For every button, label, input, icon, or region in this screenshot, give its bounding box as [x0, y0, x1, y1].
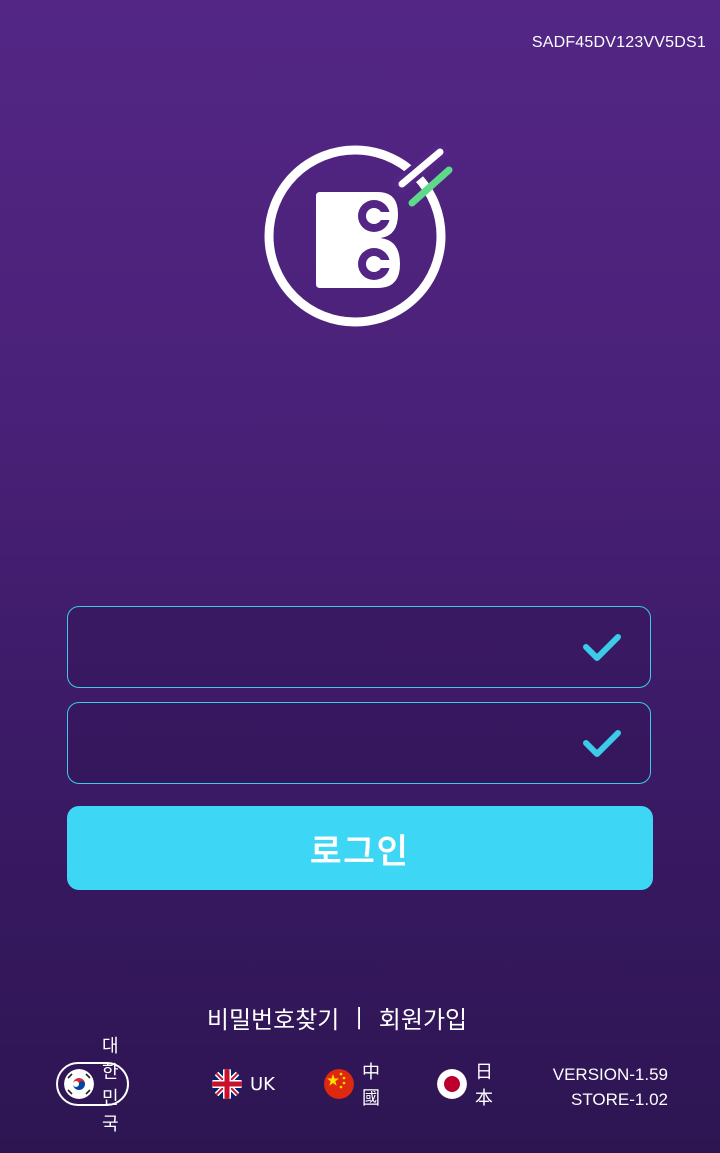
device-id: SADF45DV123VV5DS1	[531, 34, 706, 51]
login-screen: SADF45DV123VV5DS1 로그인 비밀번호찾기 | 회원가입 대한민국…	[0, 0, 720, 1153]
app-logo	[264, 143, 453, 327]
link-separator: |	[355, 1005, 363, 1030]
id-input[interactable]	[88, 607, 572, 689]
check-icon	[583, 730, 621, 757]
password-field[interactable]	[67, 702, 651, 785]
language-option-chinese[interactable]: 中國	[324, 1062, 380, 1109]
login-button[interactable]: 로그인	[67, 806, 653, 890]
korea-flag-icon	[64, 1069, 94, 1099]
china-flag-icon	[324, 1069, 354, 1099]
account-links: 비밀번호찾기 | 회원가입	[0, 1000, 674, 1035]
sign-up-link[interactable]: 회원가입	[379, 1000, 467, 1035]
find-password-link[interactable]: 비밀번호찾기	[207, 1000, 339, 1035]
language-option-japanese[interactable]: 日本	[437, 1062, 493, 1109]
japan-flag-icon	[437, 1069, 467, 1099]
language-label: 中國	[362, 1062, 380, 1109]
password-input[interactable]	[88, 703, 572, 785]
app-version: VERSION-1.59	[552, 1065, 668, 1084]
id-field[interactable]	[67, 606, 651, 689]
language-option-uk[interactable]: UK	[212, 1062, 275, 1106]
version-info: VERSION-1.59 STORE-1.02	[553, 1062, 668, 1112]
check-icon	[583, 634, 621, 661]
language-label: UK	[250, 1073, 275, 1095]
language-option-korean[interactable]: 대한민국	[56, 1036, 129, 1135]
uk-flag-icon	[212, 1069, 242, 1099]
store-version: STORE-1.02	[570, 1090, 668, 1109]
language-label: 대한민국	[102, 1036, 119, 1135]
language-label: 日本	[475, 1062, 493, 1109]
